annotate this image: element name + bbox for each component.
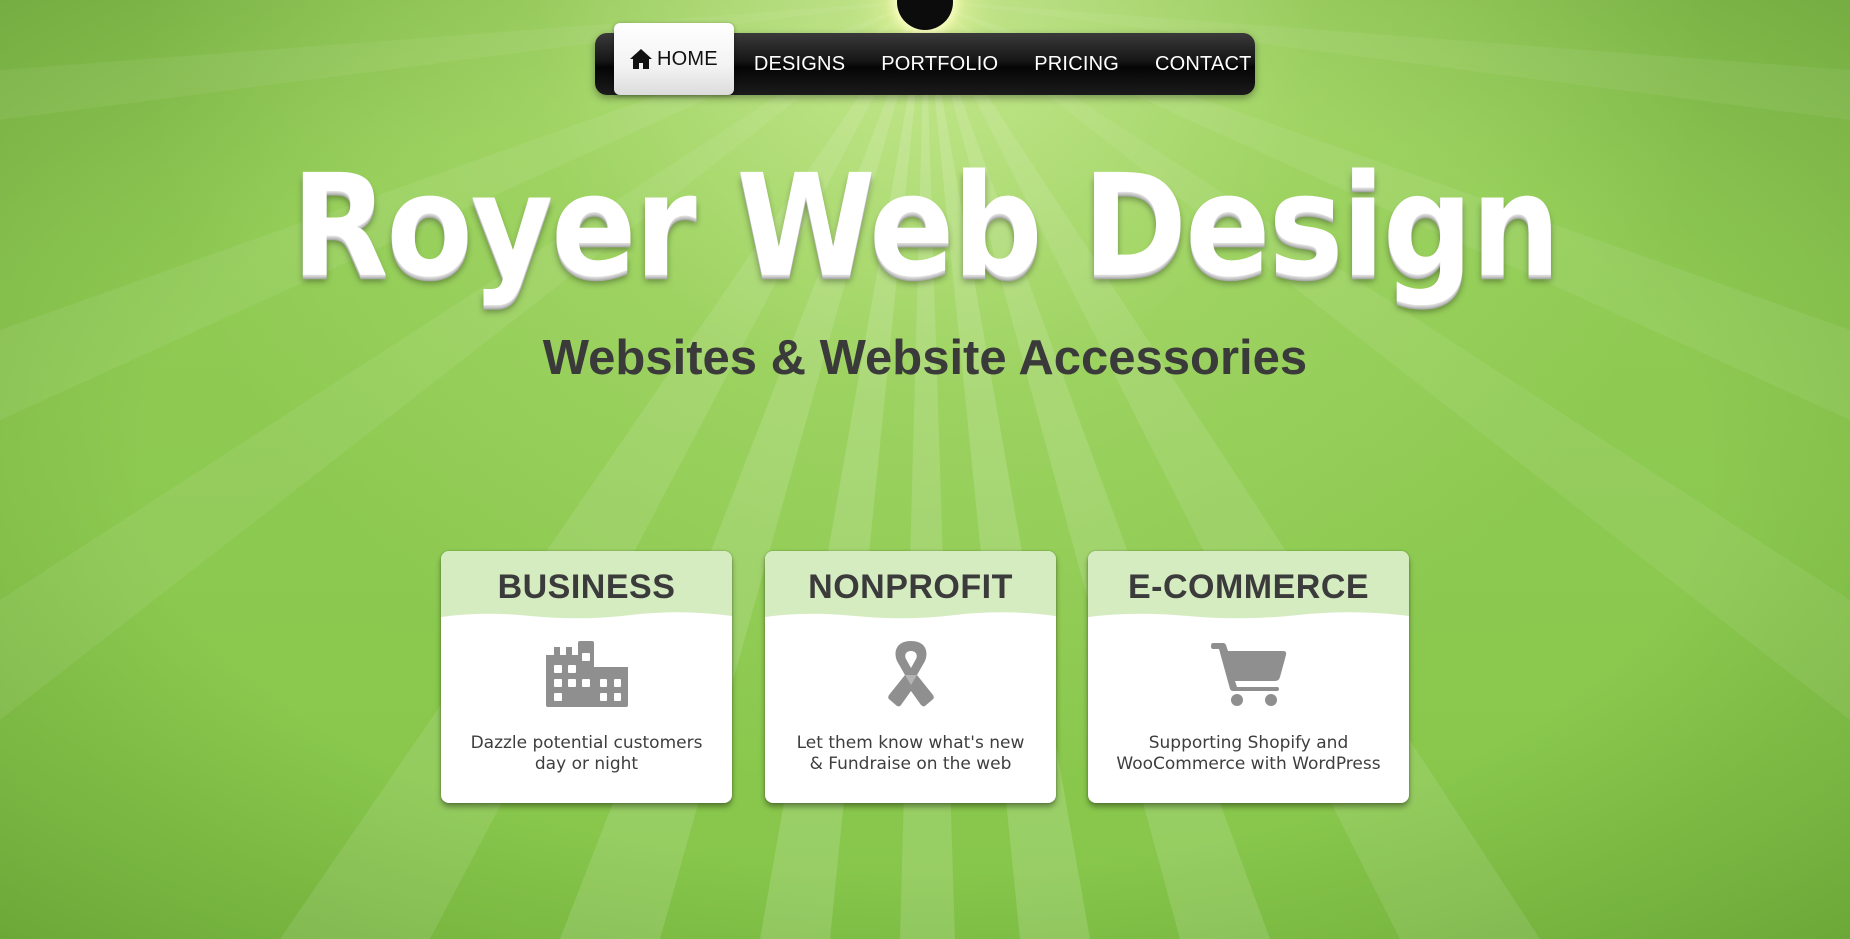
home-icon — [629, 48, 653, 70]
card-wave-divider — [441, 612, 732, 623]
card-wave-divider — [1088, 612, 1409, 623]
card-description: Let them know what's new & Fundraise on … — [796, 733, 1025, 774]
nav-item-portfolio[interactable]: PORTFOLIO — [863, 33, 1016, 95]
card-nonprofit[interactable]: NONPROFIT Let them know what's new & Fun… — [765, 551, 1056, 803]
card-description: Supporting Shopify and WooCommerce with … — [1116, 733, 1381, 774]
main-navigation: HOME DESIGNS PORTFOLIO PRICING CONTACT — [595, 23, 1255, 95]
ribbon-icon — [765, 641, 1056, 711]
card-business[interactable]: BUSINESS Dazzle potential customers day … — [441, 551, 732, 803]
nav-item-label: DESIGNS — [753, 52, 846, 75]
site-tagline: Websites & Website Accessories — [542, 331, 1308, 385]
nav-item-home[interactable]: HOME — [614, 23, 734, 95]
card-description: Dazzle potential customers day or night — [470, 733, 703, 774]
site-title: Royer Web Design — [291, 143, 1560, 309]
nav-item-label: PRICING — [1034, 52, 1119, 75]
nav-item-designs[interactable]: DESIGNS — [736, 33, 863, 95]
card-wave-divider — [765, 612, 1056, 623]
nav-item-label: PORTFOLIO — [881, 52, 999, 75]
card-ecommerce[interactable]: E-COMMERCE Supporting Shopify and WooCom… — [1088, 551, 1409, 803]
building-icon — [441, 641, 732, 711]
nav-item-label: HOME — [657, 47, 718, 70]
nav-item-pricing[interactable]: PRICING — [1016, 33, 1137, 95]
nav-item-contact[interactable]: CONTACT — [1137, 33, 1270, 95]
shopping-cart-icon — [1088, 641, 1409, 711]
nav-item-label: CONTACT — [1155, 52, 1252, 75]
